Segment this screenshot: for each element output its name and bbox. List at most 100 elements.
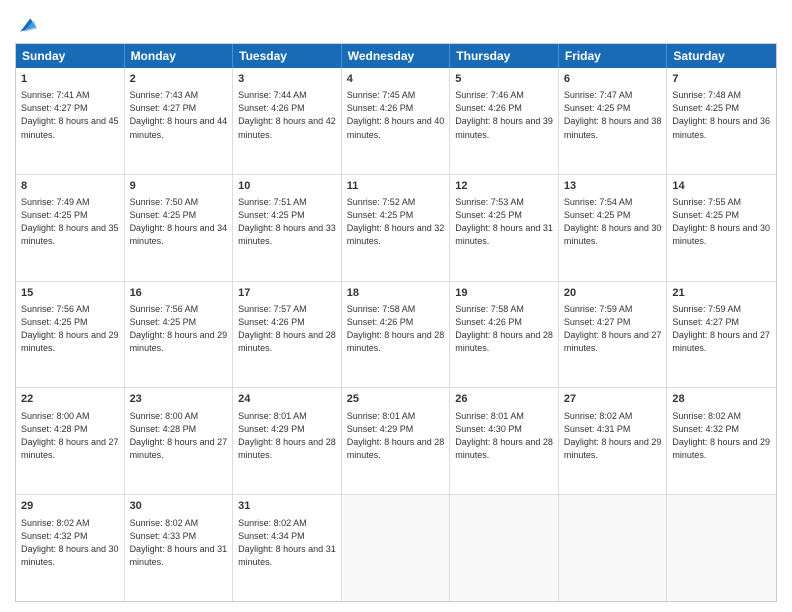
sunset-info: Sunset: 4:26 PM	[238, 316, 336, 329]
day-cell-23: 23 Sunrise: 8:00 AM Sunset: 4:28 PM Dayl…	[125, 388, 234, 494]
sunrise-info: Sunrise: 8:02 AM	[130, 517, 228, 530]
sunset-info: Sunset: 4:27 PM	[21, 102, 119, 115]
daylight-info: Daylight: 8 hours and 27 minutes.	[564, 329, 662, 355]
daylight-info: Daylight: 8 hours and 30 minutes.	[672, 222, 771, 248]
daylight-info: Daylight: 8 hours and 34 minutes.	[130, 222, 228, 248]
sunrise-info: Sunrise: 7:59 AM	[564, 303, 662, 316]
day-cell-18: 18 Sunrise: 7:58 AM Sunset: 4:26 PM Dayl…	[342, 282, 451, 388]
daylight-info: Daylight: 8 hours and 45 minutes.	[21, 115, 119, 141]
daylight-info: Daylight: 8 hours and 27 minutes.	[130, 436, 228, 462]
calendar-week-4: 22 Sunrise: 8:00 AM Sunset: 4:28 PM Dayl…	[16, 388, 776, 495]
daylight-info: Daylight: 8 hours and 39 minutes.	[455, 115, 553, 141]
sunset-info: Sunset: 4:25 PM	[672, 209, 771, 222]
sunrise-info: Sunrise: 7:41 AM	[21, 89, 119, 102]
day-number: 28	[672, 392, 771, 407]
daylight-info: Daylight: 8 hours and 29 minutes.	[21, 329, 119, 355]
day-number: 9	[130, 179, 228, 194]
daylight-info: Daylight: 8 hours and 29 minutes.	[672, 436, 771, 462]
day-number: 25	[347, 392, 445, 407]
day-cell-20: 20 Sunrise: 7:59 AM Sunset: 4:27 PM Dayl…	[559, 282, 668, 388]
sunrise-info: Sunrise: 7:49 AM	[21, 196, 119, 209]
sunset-info: Sunset: 4:26 PM	[455, 316, 553, 329]
day-number: 26	[455, 392, 553, 407]
daylight-info: Daylight: 8 hours and 42 minutes.	[238, 115, 336, 141]
day-cell-19: 19 Sunrise: 7:58 AM Sunset: 4:26 PM Dayl…	[450, 282, 559, 388]
day-cell-12: 12 Sunrise: 7:53 AM Sunset: 4:25 PM Dayl…	[450, 175, 559, 281]
sunset-info: Sunset: 4:33 PM	[130, 530, 228, 543]
sunset-info: Sunset: 4:25 PM	[21, 209, 119, 222]
sunset-info: Sunset: 4:25 PM	[130, 209, 228, 222]
day-cell-27: 27 Sunrise: 8:02 AM Sunset: 4:31 PM Dayl…	[559, 388, 668, 494]
day-cell-15: 15 Sunrise: 7:56 AM Sunset: 4:25 PM Dayl…	[16, 282, 125, 388]
sunrise-info: Sunrise: 8:02 AM	[21, 517, 119, 530]
day-number: 21	[672, 286, 771, 301]
day-number: 11	[347, 179, 445, 194]
day-number: 16	[130, 286, 228, 301]
sunset-info: Sunset: 4:28 PM	[21, 423, 119, 436]
daylight-info: Daylight: 8 hours and 38 minutes.	[564, 115, 662, 141]
logo	[15, 15, 37, 35]
day-cell-4: 4 Sunrise: 7:45 AM Sunset: 4:26 PM Dayli…	[342, 68, 451, 174]
day-number: 18	[347, 286, 445, 301]
daylight-info: Daylight: 8 hours and 31 minutes.	[130, 543, 228, 569]
day-number: 24	[238, 392, 336, 407]
day-cell-7: 7 Sunrise: 7:48 AM Sunset: 4:25 PM Dayli…	[667, 68, 776, 174]
day-cell-25: 25 Sunrise: 8:01 AM Sunset: 4:29 PM Dayl…	[342, 388, 451, 494]
sunset-info: Sunset: 4:25 PM	[347, 209, 445, 222]
calendar: SundayMondayTuesdayWednesdayThursdayFrid…	[15, 43, 777, 602]
sunrise-info: Sunrise: 8:00 AM	[21, 410, 119, 423]
day-number: 14	[672, 179, 771, 194]
daylight-info: Daylight: 8 hours and 29 minutes.	[130, 329, 228, 355]
page: SundayMondayTuesdayWednesdayThursdayFrid…	[0, 0, 792, 612]
sunrise-info: Sunrise: 7:57 AM	[238, 303, 336, 316]
sunset-info: Sunset: 4:30 PM	[455, 423, 553, 436]
daylight-info: Daylight: 8 hours and 31 minutes.	[238, 543, 336, 569]
day-number: 10	[238, 179, 336, 194]
daylight-info: Daylight: 8 hours and 30 minutes.	[564, 222, 662, 248]
day-cell-29: 29 Sunrise: 8:02 AM Sunset: 4:32 PM Dayl…	[16, 495, 125, 601]
logo-icon	[17, 15, 37, 35]
daylight-info: Daylight: 8 hours and 27 minutes.	[672, 329, 771, 355]
day-cell-16: 16 Sunrise: 7:56 AM Sunset: 4:25 PM Dayl…	[125, 282, 234, 388]
day-number: 31	[238, 499, 336, 514]
sunrise-info: Sunrise: 8:00 AM	[130, 410, 228, 423]
sunset-info: Sunset: 4:27 PM	[564, 316, 662, 329]
sunrise-info: Sunrise: 7:51 AM	[238, 196, 336, 209]
sunrise-info: Sunrise: 8:02 AM	[564, 410, 662, 423]
sunrise-info: Sunrise: 7:58 AM	[347, 303, 445, 316]
empty-cell	[559, 495, 668, 601]
sunrise-info: Sunrise: 7:59 AM	[672, 303, 771, 316]
sunrise-info: Sunrise: 8:01 AM	[238, 410, 336, 423]
day-cell-28: 28 Sunrise: 8:02 AM Sunset: 4:32 PM Dayl…	[667, 388, 776, 494]
sunset-info: Sunset: 4:28 PM	[130, 423, 228, 436]
day-cell-14: 14 Sunrise: 7:55 AM Sunset: 4:25 PM Dayl…	[667, 175, 776, 281]
sunrise-info: Sunrise: 7:47 AM	[564, 89, 662, 102]
sunrise-info: Sunrise: 7:54 AM	[564, 196, 662, 209]
daylight-info: Daylight: 8 hours and 32 minutes.	[347, 222, 445, 248]
logo-text	[15, 15, 37, 35]
day-number: 19	[455, 286, 553, 301]
calendar-week-3: 15 Sunrise: 7:56 AM Sunset: 4:25 PM Dayl…	[16, 282, 776, 389]
sunset-info: Sunset: 4:34 PM	[238, 530, 336, 543]
sunset-info: Sunset: 4:26 PM	[455, 102, 553, 115]
day-number: 20	[564, 286, 662, 301]
daylight-info: Daylight: 8 hours and 28 minutes.	[347, 329, 445, 355]
daylight-info: Daylight: 8 hours and 44 minutes.	[130, 115, 228, 141]
sunrise-info: Sunrise: 8:02 AM	[672, 410, 771, 423]
day-cell-31: 31 Sunrise: 8:02 AM Sunset: 4:34 PM Dayl…	[233, 495, 342, 601]
sunset-info: Sunset: 4:25 PM	[564, 102, 662, 115]
sunrise-info: Sunrise: 7:55 AM	[672, 196, 771, 209]
calendar-week-5: 29 Sunrise: 8:02 AM Sunset: 4:32 PM Dayl…	[16, 495, 776, 601]
sunset-info: Sunset: 4:25 PM	[21, 316, 119, 329]
sunrise-info: Sunrise: 7:56 AM	[130, 303, 228, 316]
day-cell-10: 10 Sunrise: 7:51 AM Sunset: 4:25 PM Dayl…	[233, 175, 342, 281]
day-number: 7	[672, 72, 771, 87]
day-number: 2	[130, 72, 228, 87]
header-day-saturday: Saturday	[667, 44, 776, 68]
sunrise-info: Sunrise: 7:56 AM	[21, 303, 119, 316]
sunrise-info: Sunrise: 7:53 AM	[455, 196, 553, 209]
calendar-week-1: 1 Sunrise: 7:41 AM Sunset: 4:27 PM Dayli…	[16, 68, 776, 175]
daylight-info: Daylight: 8 hours and 28 minutes.	[455, 329, 553, 355]
header-day-monday: Monday	[125, 44, 234, 68]
sunset-info: Sunset: 4:25 PM	[238, 209, 336, 222]
